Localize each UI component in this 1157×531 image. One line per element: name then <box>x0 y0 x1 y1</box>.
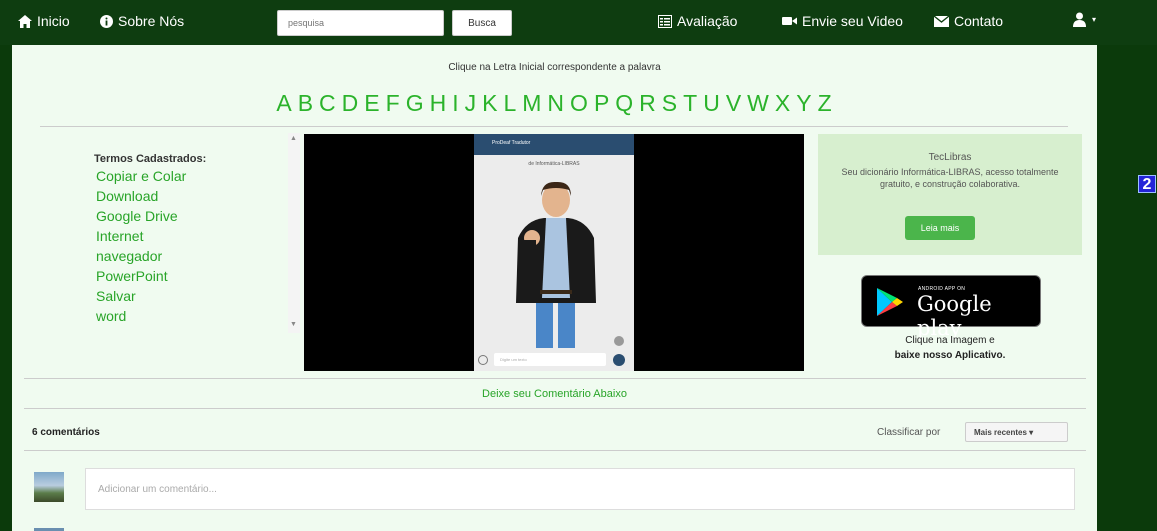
divider <box>24 408 1086 409</box>
google-play-icon <box>877 288 903 316</box>
letter-link-u[interactable]: U <box>703 90 721 117</box>
nav-contato-label: Contato <box>954 13 1004 29</box>
term-link[interactable]: Google Drive <box>96 208 178 224</box>
info-icon <box>100 14 113 28</box>
envelope-icon <box>934 15 949 27</box>
caption-line-1: Clique na Imagem e <box>905 335 995 346</box>
letter-link-r[interactable]: R <box>639 90 657 117</box>
terms-title: Termos Cadastrados: <box>94 153 207 165</box>
letter-link-v[interactable]: V <box>726 90 742 117</box>
nav-inicio[interactable]: Inicio <box>18 13 70 29</box>
caption-line-2: baixe nosso Aplicativo. <box>894 350 1006 361</box>
letter-link-e[interactable]: E <box>364 90 380 117</box>
divider <box>40 126 1068 127</box>
term-link[interactable]: navegador <box>96 248 162 264</box>
phone-screenshot: ProDeaf Tradutor de Informática-LIBRAS D… <box>474 134 634 371</box>
nav-sobre[interactable]: Sobre Nós <box>100 13 184 29</box>
letter-link-t[interactable]: T <box>683 90 698 117</box>
avatar-character-icon <box>516 181 596 348</box>
term-link[interactable]: word <box>96 308 126 324</box>
list-icon <box>658 14 672 28</box>
letter-link-n[interactable]: N <box>547 90 565 117</box>
phone-text-input: Digite um texto <box>494 353 606 366</box>
letter-link-h[interactable]: H <box>430 90 448 117</box>
phone-mic-icon <box>478 355 488 365</box>
user-icon <box>1072 12 1087 27</box>
comments-count: 6 comentários <box>32 427 100 438</box>
divider <box>24 378 1086 379</box>
nav-avaliacao[interactable]: Avaliação <box>658 13 737 29</box>
main-panel: Clique na Letra Inicial correspondente a… <box>12 45 1097 531</box>
search-button[interactable]: Busca <box>452 10 512 36</box>
top-navbar: Inicio Sobre Nós Busca Avaliação Envie s… <box>0 0 1157 45</box>
comment-input[interactable]: Adicionar um comentário... <box>85 468 1075 510</box>
nav-inicio-label: Inicio <box>37 13 70 29</box>
term-link[interactable]: Download <box>96 188 158 204</box>
avatar <box>34 472 64 502</box>
letter-link-b[interactable]: B <box>298 90 314 117</box>
video-player[interactable]: ProDeaf Tradutor de Informática-LIBRAS D… <box>304 134 804 371</box>
letter-link-o[interactable]: O <box>570 90 589 117</box>
terms-scrollbar[interactable]: ▲ ▼ <box>288 133 300 333</box>
google-play-caption: Clique na Imagem e baixe nosso Aplicativ… <box>818 333 1082 363</box>
teclibras-description: Seu dicionário Informática-LIBRAS, acess… <box>841 167 1059 189</box>
term-link[interactable]: PowerPoint <box>96 268 168 284</box>
nav-avaliacao-label: Avaliação <box>677 13 738 29</box>
letter-link-w[interactable]: W <box>747 90 770 117</box>
letter-link-d[interactable]: D <box>342 90 360 117</box>
letter-link-k[interactable]: K <box>482 90 498 117</box>
letter-link-l[interactable]: L <box>503 90 517 117</box>
phone-app-bar: ProDeaf Tradutor <box>474 134 634 155</box>
letter-link-a[interactable]: A <box>276 90 292 117</box>
sort-label: Classificar por <box>877 427 941 438</box>
teclibras-title: TecLibras <box>928 152 972 163</box>
letter-link-q[interactable]: Q <box>615 90 634 117</box>
teclibras-card: TecLibras Seu dicionário Informática-LIB… <box>818 134 1082 255</box>
nav-envie-video-label: Envie seu Video <box>802 13 903 29</box>
phone-send-icon <box>613 354 625 366</box>
divider <box>24 450 1086 451</box>
letter-link-g[interactable]: G <box>406 90 425 117</box>
letter-link-i[interactable]: I <box>452 90 459 117</box>
letter-link-m[interactable]: M <box>522 90 542 117</box>
nav-sobre-label: Sobre Nós <box>118 13 185 29</box>
home-icon <box>18 14 32 28</box>
nav-envie-video[interactable]: Envie seu Video <box>782 13 903 29</box>
term-link[interactable]: Salvar <box>96 288 136 304</box>
letter-link-j[interactable]: J <box>465 90 478 117</box>
phone-app-title: ProDeaf Tradutor <box>492 140 531 146</box>
letter-link-f[interactable]: F <box>386 90 401 117</box>
google-play-badge[interactable]: ANDROID APP ON Google play <box>861 275 1041 340</box>
caret-down-icon: ▾ <box>1092 15 1097 24</box>
scroll-down-icon[interactable]: ▼ <box>290 321 297 328</box>
letter-instruction: Clique na Letra Inicial correspondente a… <box>448 62 661 73</box>
floating-badge[interactable]: 2 <box>1138 175 1156 193</box>
search-input[interactable] <box>277 10 444 36</box>
comment-link[interactable]: Deixe seu Comentário Abaixo <box>12 388 1097 400</box>
terms-panel: Termos Cadastrados: Copiar e Colar Downl… <box>26 133 300 333</box>
letter-link-x[interactable]: X <box>775 90 791 117</box>
letter-link-z[interactable]: Z <box>818 90 833 117</box>
phone-subtitle: de Informática-LIBRAS <box>528 161 580 167</box>
letter-link-s[interactable]: S <box>662 90 678 117</box>
alphabet-index: ABCDEFGHIJKLMNOPQRSTUVWXYZ <box>12 90 1097 117</box>
term-link[interactable]: Internet <box>96 228 143 244</box>
term-link[interactable]: Copiar e Colar <box>96 168 186 184</box>
scroll-up-icon[interactable]: ▲ <box>290 135 297 142</box>
nav-contato[interactable]: Contato <box>934 13 1003 29</box>
sort-select[interactable]: Mais recentes ▾ <box>965 422 1068 442</box>
phone-settings-icon <box>614 336 624 346</box>
user-menu[interactable]: ▾ <box>1072 12 1096 27</box>
letter-link-c[interactable]: C <box>319 90 337 117</box>
leia-mais-button[interactable]: Leia mais <box>905 216 975 240</box>
letter-link-p[interactable]: P <box>594 90 610 117</box>
letter-link-y[interactable]: Y <box>796 90 812 117</box>
video-camera-icon <box>782 16 797 26</box>
